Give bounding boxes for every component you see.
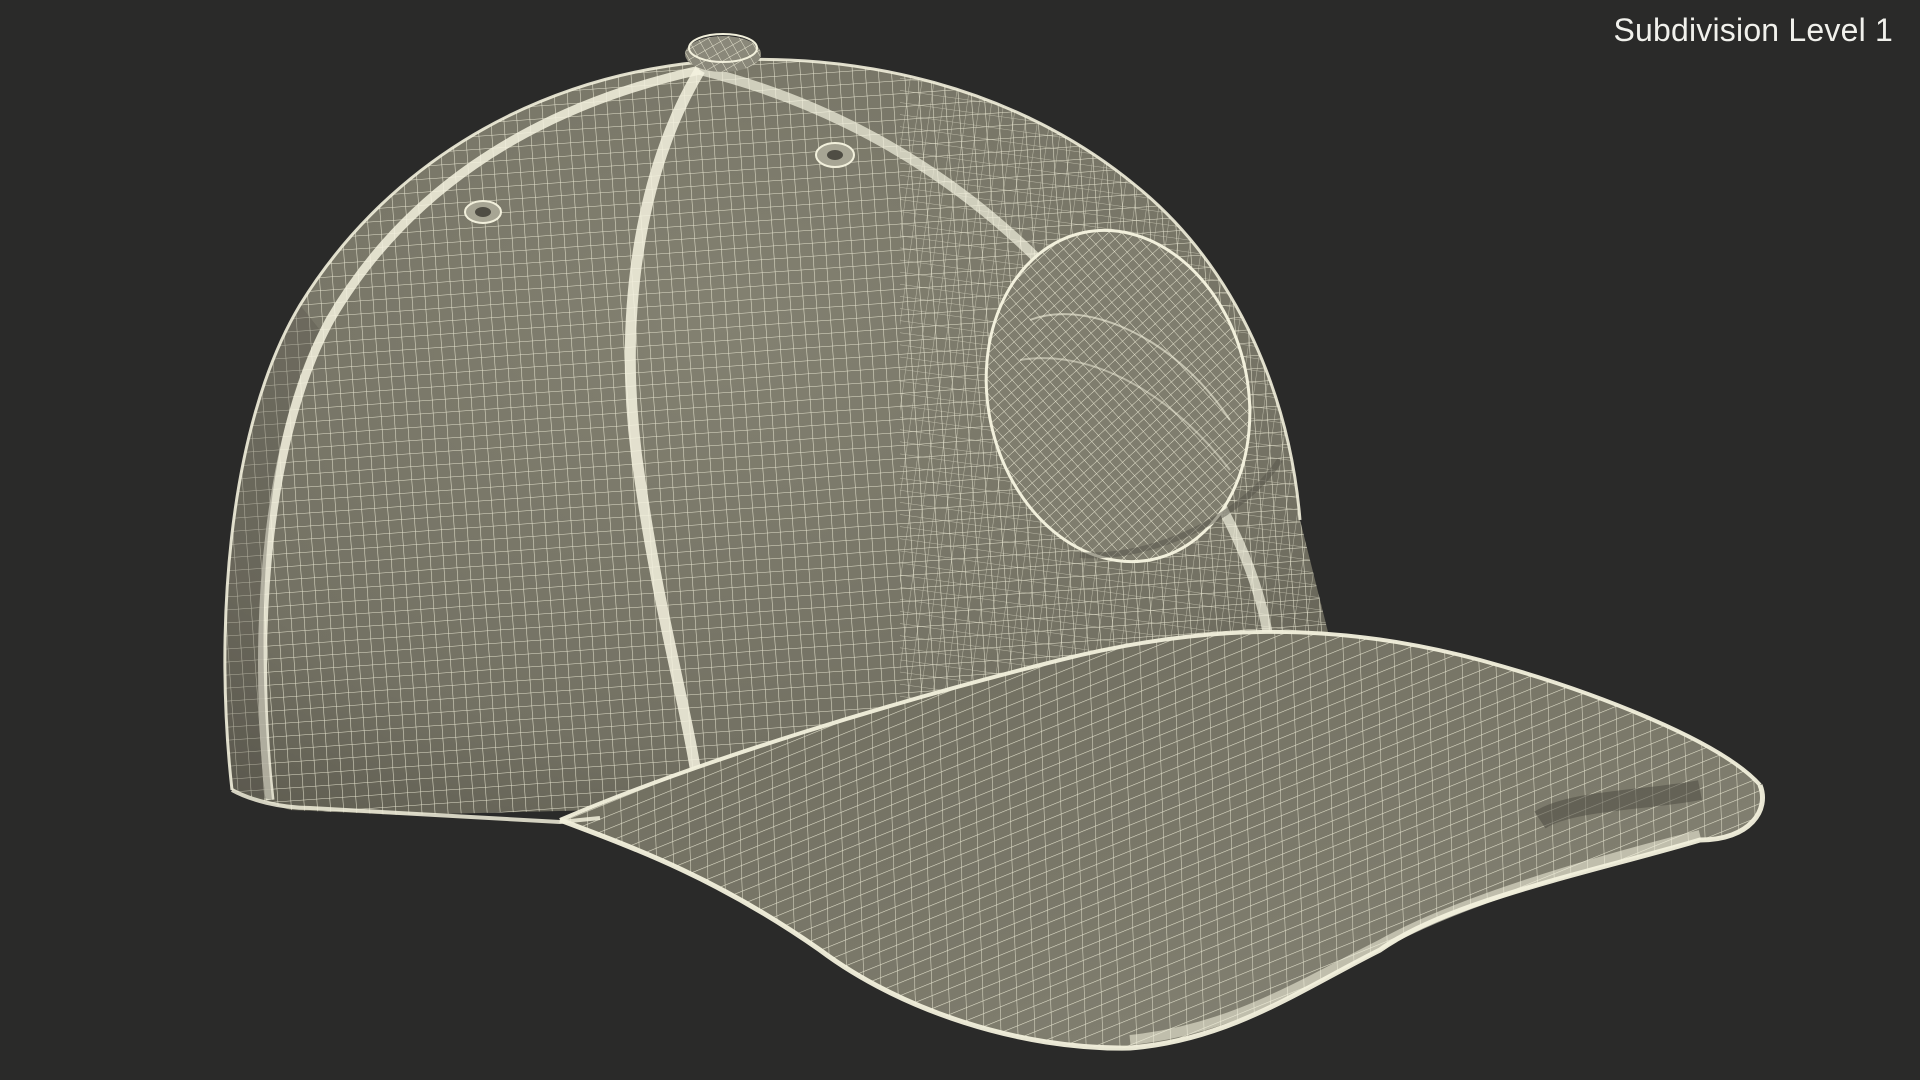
cap-eyelet-center (815, 142, 855, 168)
cap-top-button (685, 33, 761, 72)
viewport: Subdivision Level 1 (0, 0, 1920, 1080)
cap-eyelet-left (464, 200, 502, 224)
subdivision-level-label: Subdivision Level 1 (1613, 12, 1893, 48)
cap-wireframe-render (223, 33, 1765, 1051)
